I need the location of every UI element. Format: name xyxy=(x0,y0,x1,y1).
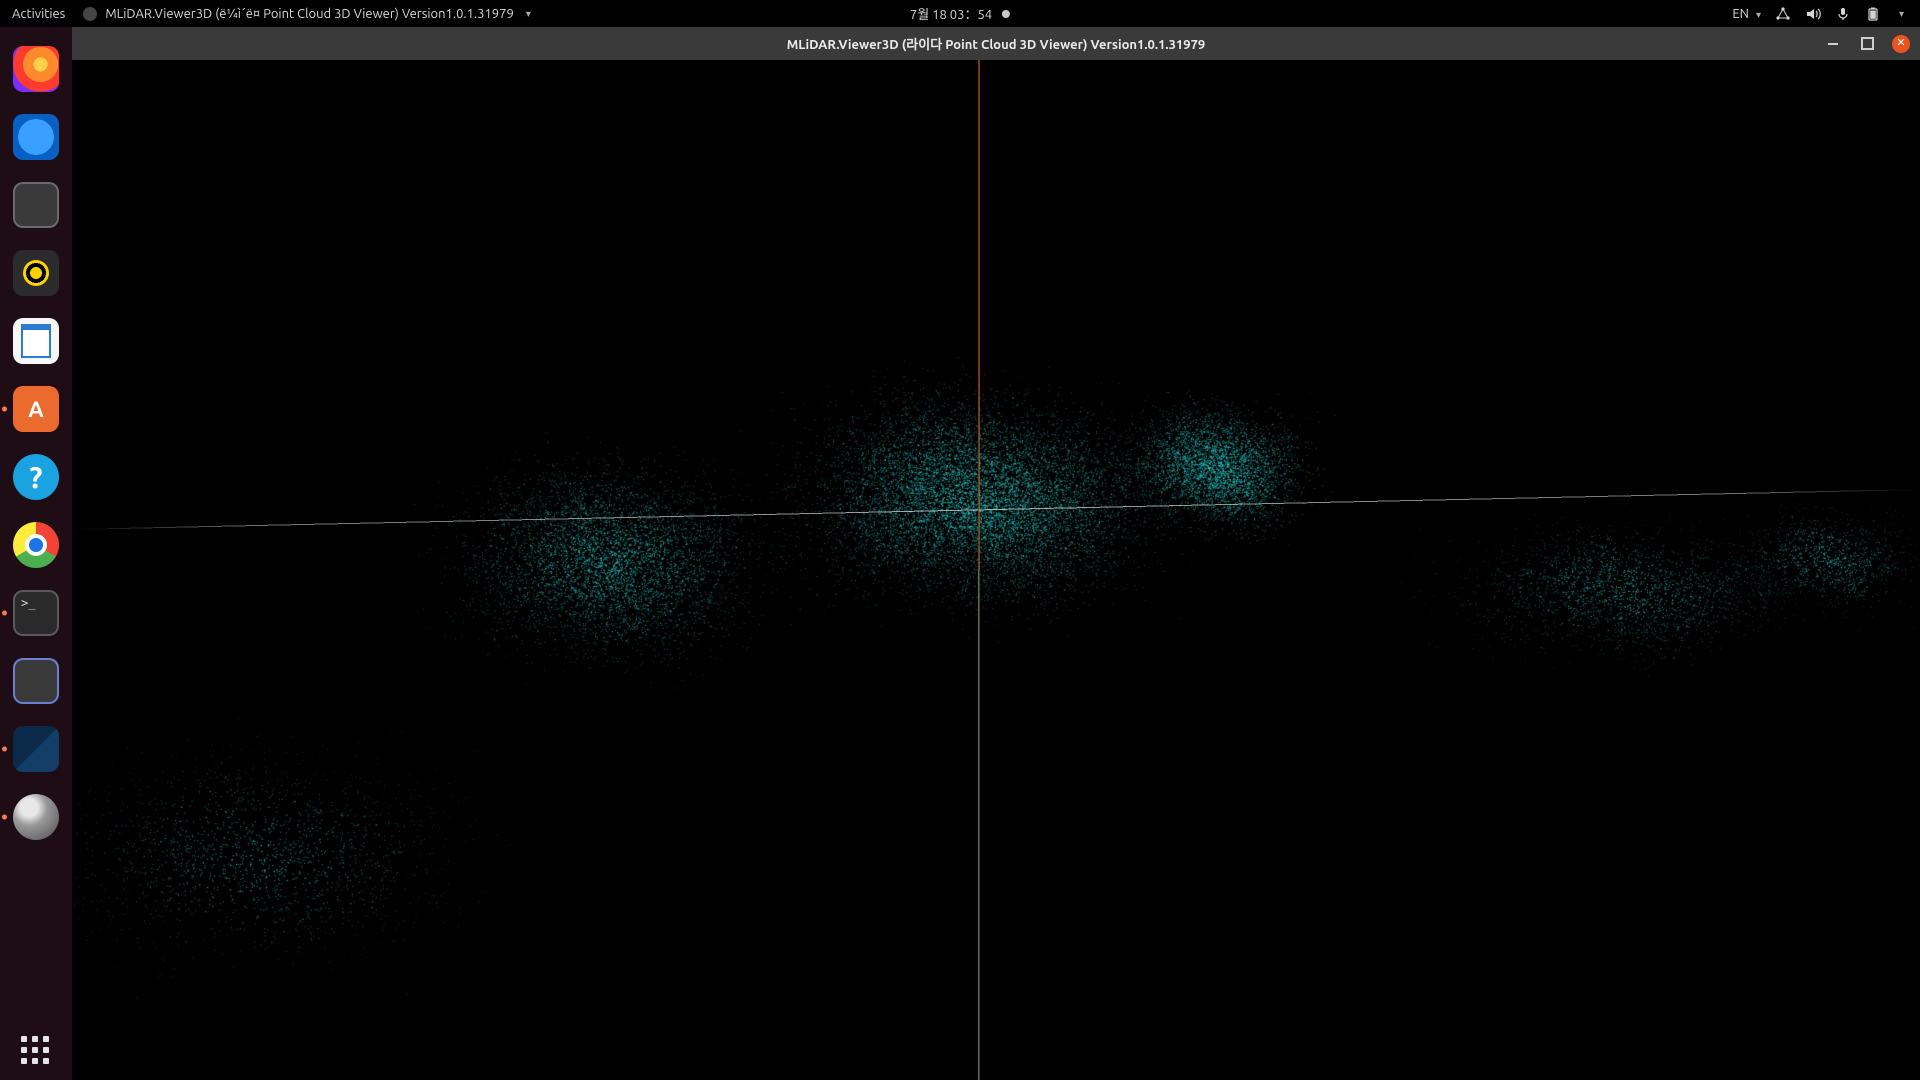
axis-aux-up-icon xyxy=(979,60,980,570)
pointcloud-canvas xyxy=(72,60,1920,1080)
mlidar-window: MLiDAR.Viewer3D (라이다 Point Cloud 3D View… xyxy=(72,27,1920,1080)
pointcloud-viewport[interactable] xyxy=(72,60,1920,1080)
ubuntu-dock: ? xyxy=(0,27,72,1080)
clock-label: 7월 18 03：54 xyxy=(910,4,992,23)
thunderbird-icon xyxy=(13,114,59,160)
software-icon xyxy=(13,386,59,432)
chevron-down-icon: ▾ xyxy=(1756,9,1761,20)
files-icon xyxy=(13,182,59,228)
window-title: MLiDAR.Viewer3D (라이다 Point Cloud 3D View… xyxy=(787,34,1206,53)
chrome-icon xyxy=(13,522,59,568)
gnome-topbar: Activities MLiDAR.Viewer3D (ë¼ì´ë¤ Point… xyxy=(0,0,1920,27)
volume-icon[interactable] xyxy=(1805,6,1821,22)
app-menu-label: MLiDAR.Viewer3D (ë¼ì´ë¤ Point Cloud 3D V… xyxy=(105,7,513,21)
mlidar-icon xyxy=(13,794,59,840)
axis-aux-down-icon xyxy=(979,570,980,1080)
dock-item-mlidar[interactable] xyxy=(10,791,62,843)
dock-item-terminal[interactable] xyxy=(10,587,62,639)
dock-item-image-viewer[interactable] xyxy=(10,723,62,775)
dock-item-screenshot[interactable] xyxy=(10,655,62,707)
dock-item-files[interactable] xyxy=(10,179,62,231)
app-menu[interactable]: MLiDAR.Viewer3D (ë¼ì´ë¤ Point Cloud 3D V… xyxy=(83,7,531,21)
dock-item-rhythmbox[interactable] xyxy=(10,247,62,299)
chevron-down-icon: ▾ xyxy=(526,8,531,20)
activities-button[interactable]: Activities xyxy=(12,7,65,21)
writer-icon xyxy=(13,318,59,364)
input-source-button[interactable]: EN ▾ xyxy=(1732,7,1761,21)
terminal-icon xyxy=(13,590,59,636)
clock[interactable]: 7월 18 03：54 xyxy=(910,4,1010,23)
rhythmbox-icon xyxy=(13,250,59,296)
dock-item-firefox[interactable] xyxy=(10,43,62,95)
window-maximize-button[interactable] xyxy=(1858,35,1876,53)
microphone-icon[interactable] xyxy=(1835,6,1851,22)
system-menu-chevron-icon[interactable]: ▾ xyxy=(1899,8,1904,20)
app-menu-icon xyxy=(83,7,97,21)
help-icon: ? xyxy=(13,454,59,500)
image-viewer-icon xyxy=(13,726,59,772)
dock-item-software[interactable] xyxy=(10,383,62,435)
dock-item-thunderbird[interactable] xyxy=(10,111,62,163)
window-titlebar[interactable]: MLiDAR.Viewer3D (라이다 Point Cloud 3D View… xyxy=(72,27,1920,60)
input-source-label: EN xyxy=(1732,7,1749,21)
window-minimize-button[interactable] xyxy=(1824,35,1842,53)
show-applications-button[interactable] xyxy=(0,1036,72,1066)
dock-item-help[interactable]: ? xyxy=(10,451,62,503)
axis-vertical xyxy=(978,60,980,1080)
dock-item-chrome[interactable] xyxy=(10,519,62,571)
apps-grid-icon xyxy=(21,1036,51,1066)
window-close-button[interactable] xyxy=(1892,35,1910,53)
battery-icon[interactable] xyxy=(1865,6,1881,22)
firefox-icon xyxy=(13,46,59,92)
dock-item-writer[interactable] xyxy=(10,315,62,367)
network-icon[interactable] xyxy=(1775,6,1791,22)
screenshot-icon xyxy=(13,658,59,704)
notification-dot-icon xyxy=(1002,10,1010,18)
